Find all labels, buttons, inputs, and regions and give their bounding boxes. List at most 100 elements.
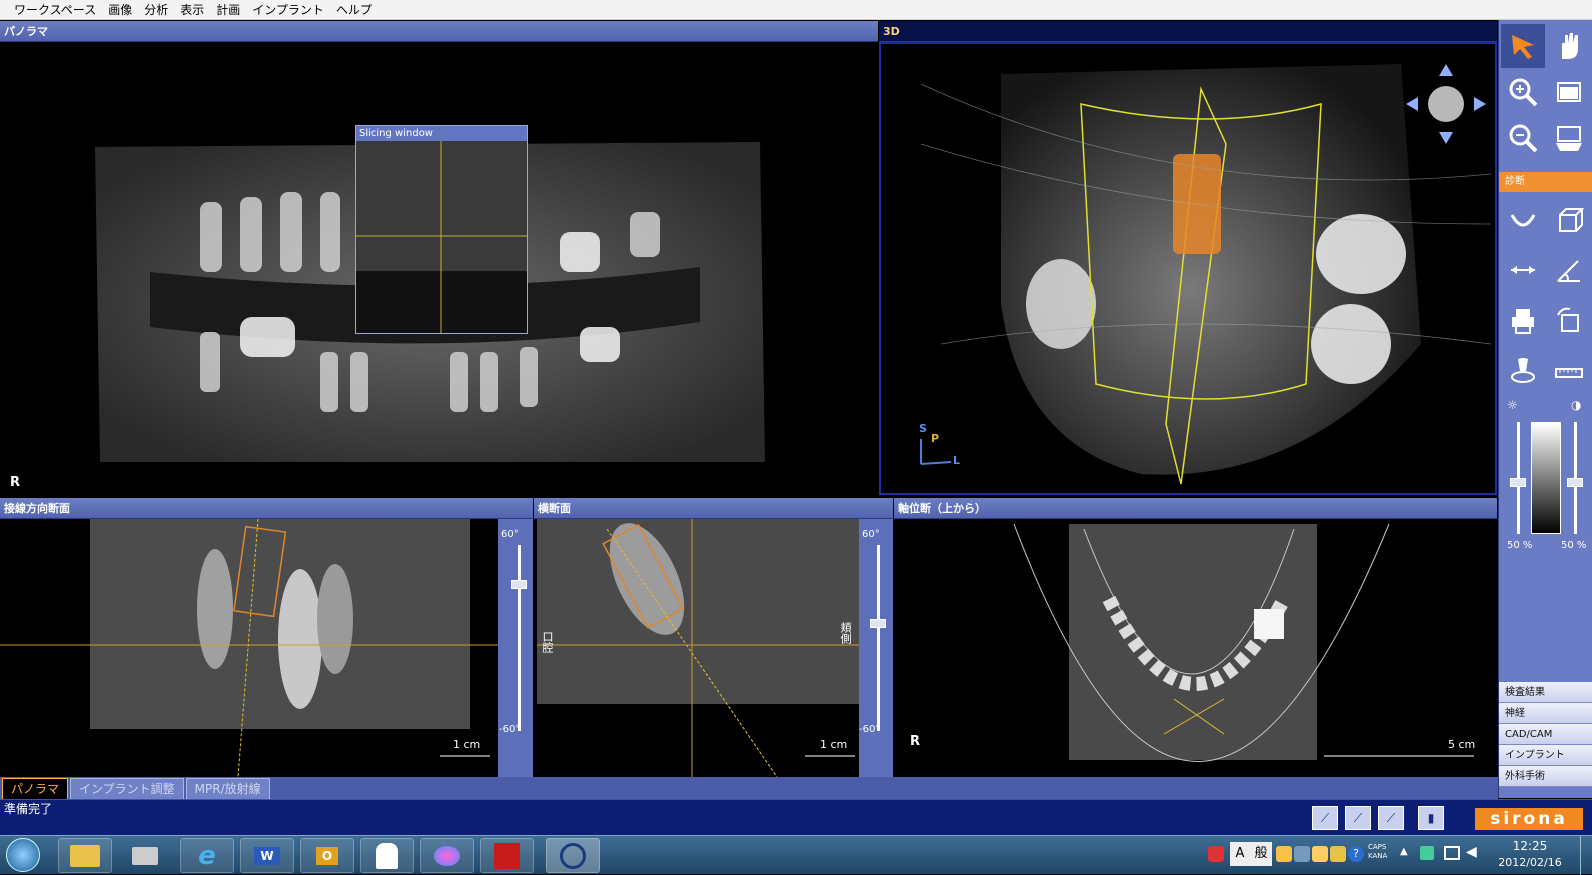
distance-icon[interactable] <box>1501 248 1545 292</box>
network-icon[interactable] <box>118 838 172 873</box>
nav-cadcam[interactable]: CAD/CAM <box>1499 724 1592 745</box>
outlook-icon[interactable]: O <box>300 838 354 873</box>
axial-pane: 軸位断（上から） R 5 cm <box>894 498 1497 777</box>
clock-date[interactable]: 2012/02/16 <box>1490 856 1570 869</box>
slider-track <box>877 545 880 731</box>
network-status-icon[interactable] <box>1444 846 1460 860</box>
brightness-icon: ☼ <box>1507 398 1518 412</box>
gray-gradient-bar <box>1531 422 1561 534</box>
ime-tool-icon[interactable] <box>1276 846 1292 862</box>
view3d-viewport[interactable]: S P L <box>879 42 1497 495</box>
axis-p-label: P <box>931 432 940 445</box>
panorama-viewport[interactable]: Slicing window R <box>0 42 878 495</box>
ie-icon[interactable]: e <box>180 838 234 873</box>
galileos-icon[interactable] <box>546 838 600 873</box>
word-icon[interactable]: W <box>240 838 294 873</box>
arrow-icon[interactable] <box>1501 24 1545 68</box>
pane-title: 接線方向断面 <box>0 498 533 519</box>
angle-top-label: 60° <box>501 529 519 540</box>
tangential-pane: 接線方向断面 1 cm 60° -60° <box>0 498 533 777</box>
view3d-render <box>920 64 1492 485</box>
panorama-pane: パノラマ Slicing window R <box>0 21 878 497</box>
ruler-icon[interactable] <box>1547 348 1591 392</box>
tab-panorama[interactable]: パノラマ <box>2 778 69 799</box>
angle-bottom-label: -60° <box>499 724 521 735</box>
tab-mpr[interactable]: MPR/放射線 <box>185 778 270 799</box>
menu-view[interactable]: 表示 <box>180 1 204 18</box>
pane-title: 3D <box>879 21 1497 42</box>
contrast-value: 50 % <box>1561 540 1587 551</box>
slicing-crosshair <box>356 141 527 333</box>
zoom-out-icon[interactable] <box>1501 116 1545 160</box>
right-tool-panel: 診断 ☼ ◑ 50 % 50 % 検査結果 神経 CAD/CAM インプラント … <box>1498 20 1592 798</box>
show-hidden-icon[interactable]: ▲ <box>1400 846 1408 857</box>
hand-icon[interactable] <box>1547 24 1591 68</box>
side-left-label: 口腔 <box>541 631 554 653</box>
orientation-cube <box>1406 64 1486 144</box>
tangential-angle-slider[interactable]: 60° -60° <box>498 519 533 777</box>
nav-surgery[interactable]: 外科手術 <box>1499 766 1592 787</box>
ime-pad-icon[interactable] <box>1312 846 1328 862</box>
ime-mode-a-icon[interactable]: A <box>1230 842 1250 866</box>
tray-app-icon[interactable] <box>1420 846 1434 860</box>
brightness-value: 50 % <box>1507 540 1533 551</box>
view3d-pane: 3D S P L <box>879 21 1497 497</box>
section-label: 診断 <box>1499 172 1592 192</box>
slider-thumb[interactable] <box>511 580 527 589</box>
angle-top-label: 60° <box>862 529 880 540</box>
ime-config-icon[interactable] <box>1330 846 1346 862</box>
cross-angle-slider[interactable]: 60° -60° <box>859 519 893 777</box>
windows-taskbar: e W O A 般 ? CAPS KANA ▲ ◀ 12:25 2012/02/1… <box>0 835 1592 875</box>
view-down-icon[interactable] <box>1547 116 1591 160</box>
implant-axis-icon[interactable]: ⟋ <box>1345 806 1371 830</box>
menu-bar: ワークスペース 画像 分析 表示 計画 インプラント ヘルプ <box>0 0 1592 20</box>
scale-label: 5 cm <box>1448 738 1476 751</box>
pane-title: パノラマ <box>0 21 878 42</box>
volume-icon[interactable]: ◀ <box>1466 844 1477 860</box>
volume-icon[interactable] <box>1547 198 1591 242</box>
orientation-label: R <box>10 475 21 490</box>
teeth-icon[interactable]: ▮ <box>1418 806 1444 830</box>
rotate-volume-icon[interactable] <box>1547 298 1591 342</box>
print-icon[interactable] <box>1501 298 1545 342</box>
pdf-icon[interactable] <box>480 838 534 873</box>
tangential-viewport[interactable]: 1 cm <box>0 519 498 777</box>
security-icon[interactable] <box>1208 846 1224 862</box>
slice-lines-icon[interactable]: ⟋ <box>1312 806 1338 830</box>
explorer-icon[interactable] <box>58 838 112 873</box>
help-icon[interactable]: ? <box>1348 846 1364 862</box>
cross-image <box>537 519 859 777</box>
paint-icon[interactable] <box>420 838 474 873</box>
nav-nerve[interactable]: 神経 <box>1499 703 1592 724</box>
nav-exam-results[interactable]: 検査結果 <box>1499 682 1592 703</box>
contrast-thumb[interactable] <box>1567 478 1583 487</box>
scale-label: 1 cm <box>820 738 848 751</box>
menu-analysis[interactable]: 分析 <box>144 1 168 18</box>
dental-app-icon[interactable] <box>360 838 414 873</box>
ime-dict-icon[interactable] <box>1294 846 1310 862</box>
ime-mode-label[interactable]: 般 <box>1250 842 1272 866</box>
contrast-icon: ◑ <box>1571 398 1582 412</box>
menu-workspace[interactable]: ワークスペース <box>14 1 96 18</box>
angle-icon[interactable] <box>1547 248 1591 292</box>
implant-outline-icon[interactable]: ⟋ <box>1378 806 1404 830</box>
cross-viewport[interactable]: 口腔 頬側 1 cm <box>537 519 859 777</box>
arch-icon[interactable] <box>1501 198 1545 242</box>
view-front-icon[interactable] <box>1547 70 1591 114</box>
slider-thumb[interactable] <box>870 619 886 628</box>
start-orb-icon[interactable] <box>6 838 40 872</box>
tooth-disc-icon[interactable] <box>1501 348 1545 392</box>
menu-help[interactable]: ヘルプ <box>336 1 372 18</box>
slicing-window[interactable]: Slicing window <box>355 125 528 334</box>
zoom-in-icon[interactable] <box>1501 70 1545 114</box>
clock-time[interactable]: 12:25 <box>1500 839 1560 853</box>
tangential-image <box>0 519 498 777</box>
menu-implant[interactable]: インプラント <box>252 1 324 18</box>
tab-implant-adjust[interactable]: インプラント調整 <box>70 778 184 799</box>
nav-implant[interactable]: インプラント <box>1499 745 1592 766</box>
menu-plan[interactable]: 計画 <box>216 1 240 18</box>
show-desktop-button[interactable] <box>1580 836 1592 875</box>
axial-viewport[interactable]: R 5 cm <box>894 519 1497 777</box>
brightness-thumb[interactable] <box>1510 478 1526 487</box>
menu-image[interactable]: 画像 <box>108 1 132 18</box>
